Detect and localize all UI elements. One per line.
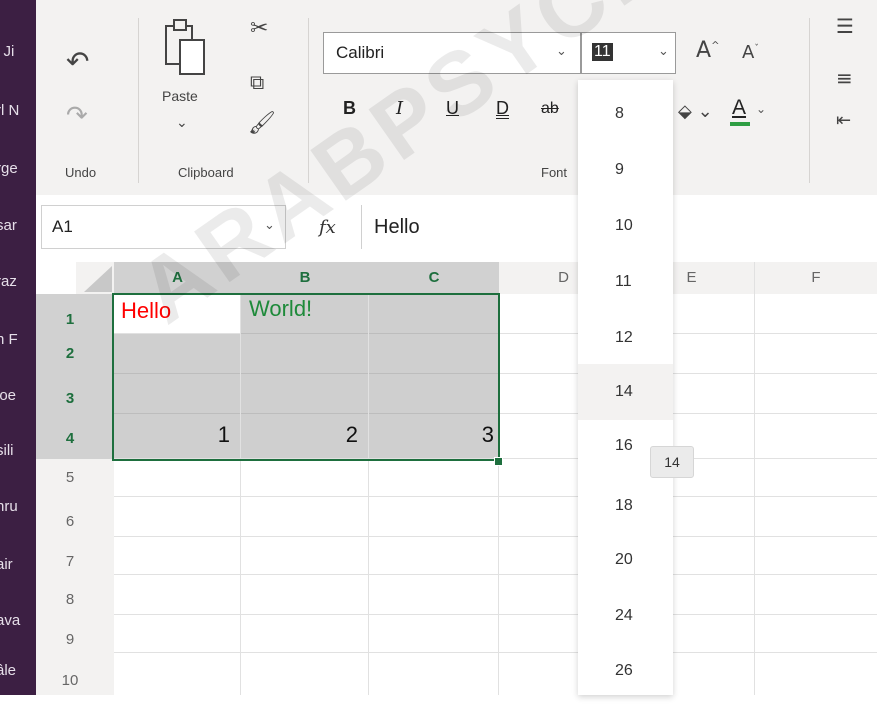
row-header-6[interactable]: 6	[36, 497, 114, 537]
bold-button[interactable]: B	[343, 98, 356, 119]
chevron-down-icon[interactable]: ⌄	[176, 116, 188, 130]
font-color-button[interactable]: A ⌄	[728, 96, 768, 128]
group-divider	[138, 18, 139, 183]
left-sidebar: i Ji rl N rge sar raz n F loe sili hru a…	[0, 0, 36, 695]
italic-button[interactable]: I	[396, 98, 403, 119]
row-line	[114, 536, 877, 537]
copy-icon[interactable]: ⧉	[250, 72, 264, 92]
formula-bar: A1 ⌄ fx Hello	[36, 195, 877, 262]
sidebar-item[interactable]: âle	[0, 661, 36, 681]
double-underline-button[interactable]: D	[496, 98, 509, 119]
sidebar-item[interactable]: sar	[0, 216, 36, 236]
shrink-font-icon[interactable]: Aˇ	[742, 44, 759, 62]
font-name-value: Calibri	[336, 43, 385, 62]
sidebar-item[interactable]: loe	[0, 386, 36, 406]
strikethrough-button[interactable]: ab	[541, 100, 559, 118]
font-size-option[interactable]: 20	[578, 532, 673, 588]
chevron-down-icon[interactable]: ⌄	[556, 43, 567, 59]
row-header-3[interactable]: 3	[36, 374, 114, 414]
row-header-5[interactable]: 5	[36, 459, 114, 497]
row-line	[114, 614, 877, 615]
decrease-indent-icon[interactable]: ⇤	[836, 112, 851, 130]
row-header-10[interactable]: 10	[36, 653, 114, 695]
font-size-option[interactable]: 24	[578, 588, 673, 644]
paste-button-label[interactable]: Paste	[162, 88, 198, 104]
fill-color-icon[interactable]: ⬙ ⌄	[678, 103, 713, 121]
format-painter-icon[interactable]: 🖌	[248, 113, 276, 135]
column-header-f[interactable]: F	[755, 262, 877, 294]
font-color-swatch	[730, 122, 750, 126]
insert-function-button[interactable]: fx	[319, 217, 336, 238]
paste-icon[interactable]	[164, 18, 206, 76]
row-header-9[interactable]: 9	[36, 615, 114, 653]
align-left-icon[interactable]: ≡	[836, 68, 853, 88]
grow-font-icon[interactable]: A^	[696, 40, 719, 62]
font-size-option[interactable]: 11	[578, 254, 673, 310]
underline-button[interactable]: U	[446, 98, 459, 119]
row-header-1[interactable]: 1	[36, 294, 114, 334]
column-header-a[interactable]: A	[114, 262, 241, 294]
chevron-down-icon[interactable]: ⌄	[658, 43, 669, 59]
chevron-down-icon[interactable]: ⌄	[264, 217, 275, 233]
font-name-combobox[interactable]: Calibri ⌄	[323, 32, 581, 74]
fill-handle[interactable]	[494, 457, 503, 466]
font-color-label: A	[732, 96, 747, 119]
selection-range	[112, 293, 500, 461]
column-header-c[interactable]: C	[369, 262, 499, 294]
sidebar-item[interactable]: n F	[0, 330, 36, 350]
undo-group-label: Undo	[65, 165, 97, 180]
redo-icon[interactable]: ↷	[66, 103, 88, 129]
sidebar-item[interactable]: ava	[0, 611, 36, 631]
font-size-option[interactable]: 12	[578, 310, 673, 366]
font-size-dropdown: 8 9 10 11 12 14 16 18 20 24 26	[578, 80, 673, 695]
row-line	[114, 496, 877, 497]
sidebar-item[interactable]: air	[0, 555, 36, 575]
row-line	[499, 373, 877, 374]
row-line	[114, 574, 877, 575]
name-box-value: A1	[52, 217, 73, 236]
cut-icon[interactable]: ✂	[250, 18, 268, 40]
font-group-label: Font	[541, 165, 568, 180]
group-divider	[308, 18, 309, 183]
sidebar-item[interactable]: i Ji	[0, 42, 36, 62]
font-size-option[interactable]: 9	[578, 142, 673, 198]
font-size-option[interactable]: 26	[578, 643, 673, 699]
formula-input-value: Hello	[374, 216, 420, 238]
grow-font-label: A	[696, 38, 712, 63]
align-top-icon[interactable]: ☰	[836, 16, 854, 36]
font-size-option[interactable]: 8	[578, 86, 673, 142]
clipboard-group-label: Clipboard	[178, 165, 234, 180]
sidebar-item[interactable]: rl N	[0, 101, 36, 121]
row-line	[114, 652, 877, 653]
row-header-8[interactable]: 8	[36, 575, 114, 615]
sidebar-item[interactable]: rge	[0, 159, 36, 179]
name-box[interactable]: A1 ⌄	[41, 205, 286, 249]
sidebar-item[interactable]: sili	[0, 441, 36, 461]
font-size-option-hovered[interactable]: 14	[578, 364, 673, 420]
row-header-4[interactable]: 4	[36, 414, 114, 459]
shrink-font-label: A	[742, 42, 755, 63]
sidebar-item[interactable]: hru	[0, 497, 36, 517]
row-header-7[interactable]: 7	[36, 537, 114, 575]
row-line	[499, 413, 877, 414]
tooltip: 14	[650, 446, 694, 478]
row-line	[499, 333, 877, 334]
font-size-option[interactable]: 10	[578, 198, 673, 254]
select-all-corner[interactable]	[76, 262, 114, 294]
font-size-option[interactable]: 18	[578, 478, 673, 534]
group-divider	[809, 18, 810, 183]
ribbon: ↶ ↷ Undo Paste ⌄ ✂ ⧉ 🖌 Clipboard Calibri…	[36, 0, 877, 195]
column-header-b[interactable]: B	[241, 262, 369, 294]
font-size-combobox[interactable]: 11 ⌄	[581, 32, 676, 74]
undo-icon[interactable]: ↶	[66, 48, 89, 76]
chevron-down-icon[interactable]: ⌄	[756, 102, 766, 116]
row-header-2[interactable]: 2	[36, 334, 114, 374]
font-size-value: 11	[592, 43, 613, 61]
spreadsheet-grid: A B C D E F 1 2 3 4 5 6 7 8 9 10 Hello W…	[36, 262, 877, 695]
sidebar-item[interactable]: raz	[0, 272, 36, 292]
